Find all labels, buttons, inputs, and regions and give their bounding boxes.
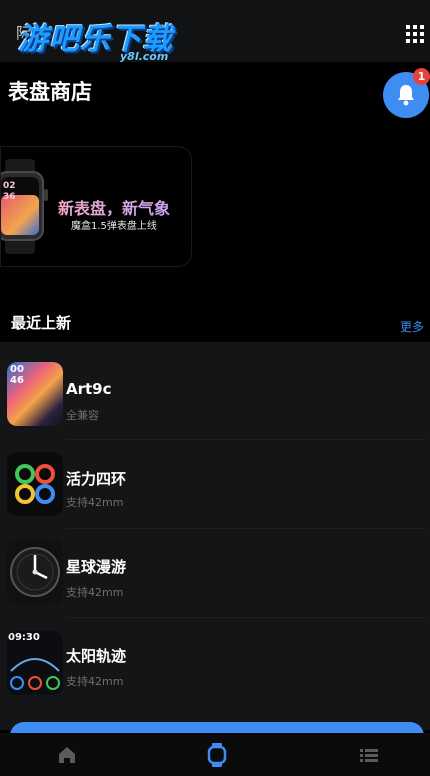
- home-icon[interactable]: [52, 741, 82, 769]
- logo-subtext: y8l.com: [120, 50, 169, 63]
- banner-watch-hour: 02: [3, 181, 16, 191]
- notification-badge: 1: [413, 68, 430, 85]
- banner-watch-minute: 36: [3, 192, 16, 202]
- item-subtitle: 支持42mm: [66, 496, 124, 509]
- promo-banner[interactable]: 02 36 新表盘，新气象 魔盒1.5弹表盘上线: [0, 146, 192, 267]
- thumbnail: [7, 452, 63, 516]
- thumbnail: [7, 540, 63, 604]
- grid-icon[interactable]: [406, 25, 424, 43]
- banner-headline: 新表盘，新气象: [58, 195, 170, 219]
- item-name: 活力四环: [66, 470, 127, 488]
- item-subtitle: 支持42mm: [66, 675, 124, 688]
- item-name: 太阳轨迹: [66, 647, 127, 665]
- logo: 游吧乐下载 y8l.com: [18, 14, 186, 66]
- bell-icon: [398, 85, 414, 106]
- item-name: Art9c: [66, 380, 112, 398]
- item-subtitle: 全兼容: [66, 409, 99, 422]
- list-item[interactable]: 活力四环 支持42mm: [0, 438, 430, 526]
- thumbnail-text-top: 00: [10, 364, 24, 375]
- list-icon[interactable]: [354, 741, 384, 769]
- page-title: 表盘商店: [8, 80, 92, 104]
- list-item[interactable]: 星球漫游 支持42mm: [0, 528, 430, 616]
- tab-bar: [0, 733, 430, 776]
- banner-subline: 魔盒1.5弹表盘上线: [71, 221, 157, 232]
- more-link[interactable]: 更多: [400, 318, 424, 335]
- thumbnail: 00 46: [7, 362, 63, 426]
- item-name: 星球漫游: [66, 558, 127, 576]
- watchface-list: 00 46 Art9c 全兼容 活力四环 支持42mm 星球漫游 支持42mm …: [0, 342, 430, 730]
- thumbnail-text-bottom: 46: [10, 375, 24, 386]
- sun-arc-graphic: [10, 658, 60, 690]
- top-bar: 际 游吧乐下载 y8l.com: [0, 0, 430, 63]
- list-item[interactable]: 00 46 Art9c 全兼容: [0, 350, 430, 438]
- thumbnail: 09:30: [7, 631, 63, 695]
- watch-icon[interactable]: [202, 741, 232, 769]
- section-title: 最近上新: [11, 314, 72, 332]
- watch-image: [1, 159, 48, 254]
- item-subtitle: 支持42mm: [66, 586, 124, 599]
- list-item[interactable]: 09:30 太阳轨迹 支持42mm: [0, 617, 430, 705]
